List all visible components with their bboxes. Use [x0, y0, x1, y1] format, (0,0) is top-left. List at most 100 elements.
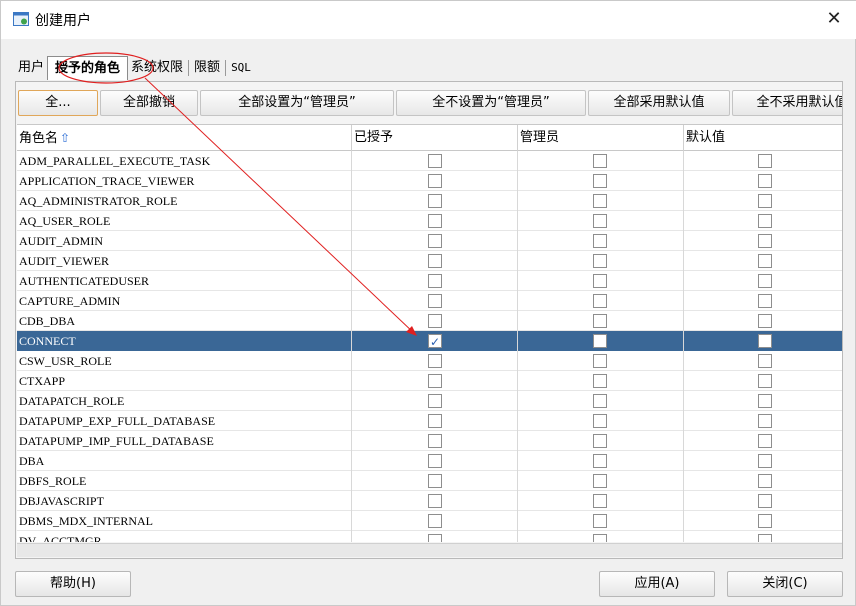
tab-user[interactable]: 用户	[15, 56, 47, 80]
granted-checkbox[interactable]	[428, 454, 442, 468]
default-checkbox[interactable]	[758, 354, 772, 368]
default-checkbox[interactable]	[758, 374, 772, 388]
tab-granted-roles[interactable]: 授予的角色	[47, 56, 129, 80]
admin-checkbox[interactable]	[593, 214, 607, 228]
table-row[interactable]: DBFS_ROLE	[17, 471, 842, 491]
admin-checkbox[interactable]	[593, 234, 607, 248]
default-checkbox[interactable]	[758, 534, 772, 542]
tab-sql[interactable]: SQL	[228, 56, 254, 80]
default-checkbox[interactable]	[758, 274, 772, 288]
default-checkbox[interactable]	[758, 234, 772, 248]
admin-checkbox[interactable]	[593, 294, 607, 308]
default-checkbox[interactable]	[758, 334, 772, 348]
revoke-all-button[interactable]: 全部撤销	[100, 90, 198, 116]
table-row[interactable]: DBJAVASCRIPT	[17, 491, 842, 511]
table-row[interactable]: CONNECT	[17, 331, 842, 352]
default-checkbox[interactable]	[758, 214, 772, 228]
granted-checkbox[interactable]	[428, 434, 442, 448]
admin-checkbox[interactable]	[593, 434, 607, 448]
default-checkbox[interactable]	[758, 194, 772, 208]
admin-checkbox[interactable]	[593, 314, 607, 328]
table-row[interactable]: APPLICATION_TRACE_VIEWER	[17, 171, 842, 191]
granted-checkbox[interactable]	[428, 494, 442, 508]
admin-checkbox[interactable]	[593, 414, 607, 428]
all-default-button[interactable]: 全部采用默认值	[588, 90, 730, 116]
granted-checkbox[interactable]	[428, 194, 442, 208]
column-role-name[interactable]: 角色名 ⇧	[17, 125, 352, 151]
table-row[interactable]: AUDIT_VIEWER	[17, 251, 842, 271]
no-default-button[interactable]: 全不采用默认值	[732, 90, 842, 116]
column-default[interactable]: 默认值	[684, 125, 842, 151]
table-row[interactable]: DV_ACCTMGR	[17, 531, 842, 542]
table-row[interactable]: DATAPUMP_EXP_FULL_DATABASE	[17, 411, 842, 431]
admin-checkbox[interactable]	[593, 394, 607, 408]
admin-checkbox[interactable]	[593, 494, 607, 508]
admin-checkbox[interactable]	[593, 454, 607, 468]
default-checkbox[interactable]	[758, 414, 772, 428]
admin-checkbox[interactable]	[593, 174, 607, 188]
table-row[interactable]: CAPTURE_ADMIN	[17, 291, 842, 311]
table-row[interactable]: DATAPATCH_ROLE	[17, 391, 842, 411]
granted-checkbox[interactable]	[428, 174, 442, 188]
table-row[interactable]: AQ_ADMINISTRATOR_ROLE	[17, 191, 842, 211]
table-row[interactable]: DBA	[17, 451, 842, 471]
granted-checkbox[interactable]	[428, 534, 442, 542]
table-row[interactable]: AQ_USER_ROLE	[17, 211, 842, 231]
default-checkbox[interactable]	[758, 454, 772, 468]
granted-checkbox[interactable]	[428, 354, 442, 368]
granted-checkbox[interactable]	[428, 474, 442, 488]
default-checkbox[interactable]	[758, 154, 772, 168]
table-row[interactable]: CDB_DBA	[17, 311, 842, 331]
admin-checkbox[interactable]	[593, 254, 607, 268]
close-icon[interactable]: ✕	[811, 1, 856, 39]
default-checkbox[interactable]	[758, 434, 772, 448]
granted-checkbox[interactable]	[428, 394, 442, 408]
column-granted[interactable]: 已授予	[352, 125, 518, 151]
default-checkbox[interactable]	[758, 254, 772, 268]
table-row[interactable]: CSW_USR_ROLE	[17, 351, 842, 371]
horizontal-scrollbar[interactable]	[17, 543, 842, 557]
granted-checkbox[interactable]	[428, 314, 442, 328]
grant-all-button[interactable]: 全...	[18, 90, 98, 116]
granted-checkbox[interactable]	[428, 154, 442, 168]
admin-checkbox[interactable]	[593, 354, 607, 368]
tab-system-privileges[interactable]: 系统权限	[128, 56, 186, 80]
apply-button[interactable]: 应用(A)	[599, 571, 715, 597]
default-checkbox[interactable]	[758, 474, 772, 488]
granted-checkbox[interactable]	[428, 414, 442, 428]
admin-checkbox[interactable]	[593, 534, 607, 542]
table-row[interactable]: DBMS_MDX_INTERNAL	[17, 511, 842, 531]
table-row[interactable]: AUDIT_ADMIN	[17, 231, 842, 251]
default-checkbox[interactable]	[758, 514, 772, 528]
default-checkbox[interactable]	[758, 314, 772, 328]
admin-checkbox[interactable]	[593, 154, 607, 168]
table-row[interactable]: AUTHENTICATEDUSER	[17, 271, 842, 291]
table-row[interactable]: ADM_PARALLEL_EXECUTE_TASK	[17, 151, 842, 171]
granted-checkbox[interactable]	[428, 214, 442, 228]
default-checkbox[interactable]	[758, 394, 772, 408]
column-admin[interactable]: 管理员	[518, 125, 684, 151]
admin-checkbox[interactable]	[593, 514, 607, 528]
default-checkbox[interactable]	[758, 294, 772, 308]
close-button[interactable]: 关闭(C)	[727, 571, 843, 597]
granted-checkbox[interactable]	[428, 274, 442, 288]
unset-all-admin-button[interactable]: 全不设置为“管理员”	[396, 90, 586, 116]
granted-checkbox[interactable]	[428, 294, 442, 308]
tab-quotas[interactable]: 限额	[191, 56, 223, 80]
default-checkbox[interactable]	[758, 494, 772, 508]
granted-checkbox[interactable]	[428, 234, 442, 248]
granted-checkbox[interactable]	[428, 332, 442, 352]
granted-checkbox[interactable]	[428, 374, 442, 388]
granted-checkbox[interactable]	[428, 514, 442, 528]
default-checkbox[interactable]	[758, 174, 772, 188]
set-all-admin-button[interactable]: 全部设置为“管理员”	[200, 90, 394, 116]
table-row[interactable]: DATAPUMP_IMP_FULL_DATABASE	[17, 431, 842, 451]
admin-checkbox[interactable]	[593, 194, 607, 208]
help-button[interactable]: 帮助(H)	[15, 571, 131, 597]
admin-checkbox[interactable]	[593, 474, 607, 488]
admin-checkbox[interactable]	[593, 374, 607, 388]
admin-checkbox[interactable]	[593, 274, 607, 288]
granted-checkbox[interactable]	[428, 254, 442, 268]
table-row[interactable]: CTXAPP	[17, 371, 842, 391]
admin-checkbox[interactable]	[593, 334, 607, 348]
